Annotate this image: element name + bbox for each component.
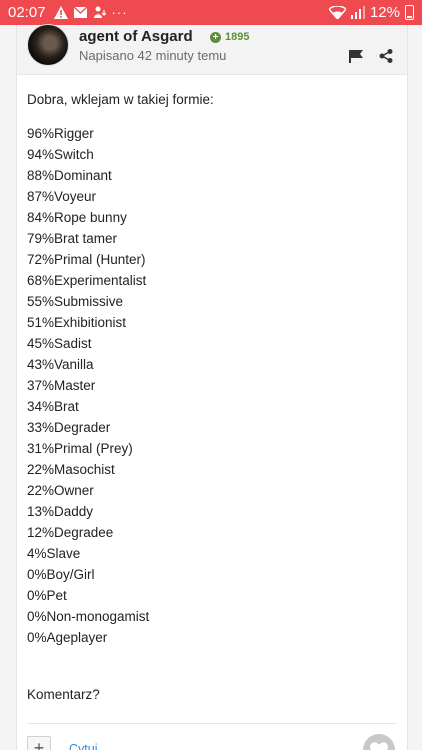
list-item: 96%Rigger — [27, 126, 94, 141]
flag-icon[interactable] — [349, 49, 363, 63]
list-item: 45%Sadist — [27, 336, 92, 351]
plus-circle-icon: + — [210, 31, 221, 43]
list-item: 87%Voyeur — [27, 189, 97, 204]
post-body: Dobra, wklejam w takiej formie: 96%Rigge… — [27, 91, 397, 648]
list-item: 72%Primal (Hunter) — [27, 252, 146, 267]
list-item: 0%Boy/Girl — [27, 567, 95, 582]
list-item: 12%Degradee — [27, 525, 114, 540]
like-button[interactable] — [363, 734, 395, 750]
list-item: 0%Ageplayer — [27, 630, 108, 645]
post-card: agent of Asgard + 1895 Napisano 42 minut… — [16, 24, 409, 750]
battery-icon — [405, 5, 414, 20]
mail-icon — [73, 7, 87, 18]
list-item: 22%Masochist — [27, 462, 115, 477]
list-item: 22%Owner — [27, 483, 94, 498]
reputation-badge: + 1895 — [210, 31, 249, 43]
list-item: 79%Brat tamer — [27, 231, 118, 246]
list-item: 51%Exhibitionist — [27, 315, 127, 330]
list-item: 31%Primal (Prey) — [27, 441, 133, 456]
list-item: 33%Degrader — [27, 420, 111, 435]
list-item: 0%Pet — [27, 588, 67, 603]
list-item: 4%Slave — [27, 546, 81, 561]
avatar[interactable] — [27, 24, 69, 66]
reputation-count: 1895 — [225, 31, 250, 43]
list-item: 55%Submissive — [27, 294, 124, 309]
battery-percent: 12% — [369, 4, 400, 21]
heart-icon — [370, 742, 388, 750]
list-item: 88%Dominant — [27, 168, 112, 183]
wifi-icon — [328, 6, 346, 19]
post-intro: Dobra, wklejam w takiej formie: — [27, 92, 214, 107]
list-item: 84%Rope bunny — [27, 210, 127, 225]
post-footer: + Cytuj — [17, 730, 409, 750]
list-item: 34%Brat — [27, 399, 79, 414]
results-list: 96%Rigger 94%Switch 88%Dominant 87%Voyeu… — [27, 123, 397, 648]
list-item: 37%Master — [27, 378, 96, 393]
multiquote-button[interactable]: + — [27, 736, 51, 750]
post-timestamp[interactable]: Napisano 42 minuty temu — [79, 48, 226, 63]
warning-icon — [53, 6, 68, 19]
list-item: 43%Vanilla — [27, 357, 94, 372]
list-item: 0%Non-monogamist — [27, 609, 150, 624]
share-icon[interactable] — [379, 49, 393, 63]
person-download-icon — [93, 6, 106, 18]
divider — [27, 723, 397, 724]
post-header: agent of Asgard + 1895 Napisano 42 minut… — [17, 24, 407, 75]
status-bar: 02:07 ··· 12% — [0, 0, 422, 25]
post-outro: Komentarz? — [27, 687, 100, 702]
quote-link[interactable]: Cytuj — [69, 742, 97, 750]
author-name[interactable]: agent of Asgard — [79, 28, 193, 45]
list-item: 13%Daddy — [27, 504, 94, 519]
clock: 02:07 — [8, 4, 46, 21]
more-notifications-icon: ··· — [111, 5, 128, 20]
list-item: 68%Experimentalist — [27, 273, 147, 288]
list-item: 94%Switch — [27, 147, 94, 162]
signal-icon — [350, 6, 365, 19]
